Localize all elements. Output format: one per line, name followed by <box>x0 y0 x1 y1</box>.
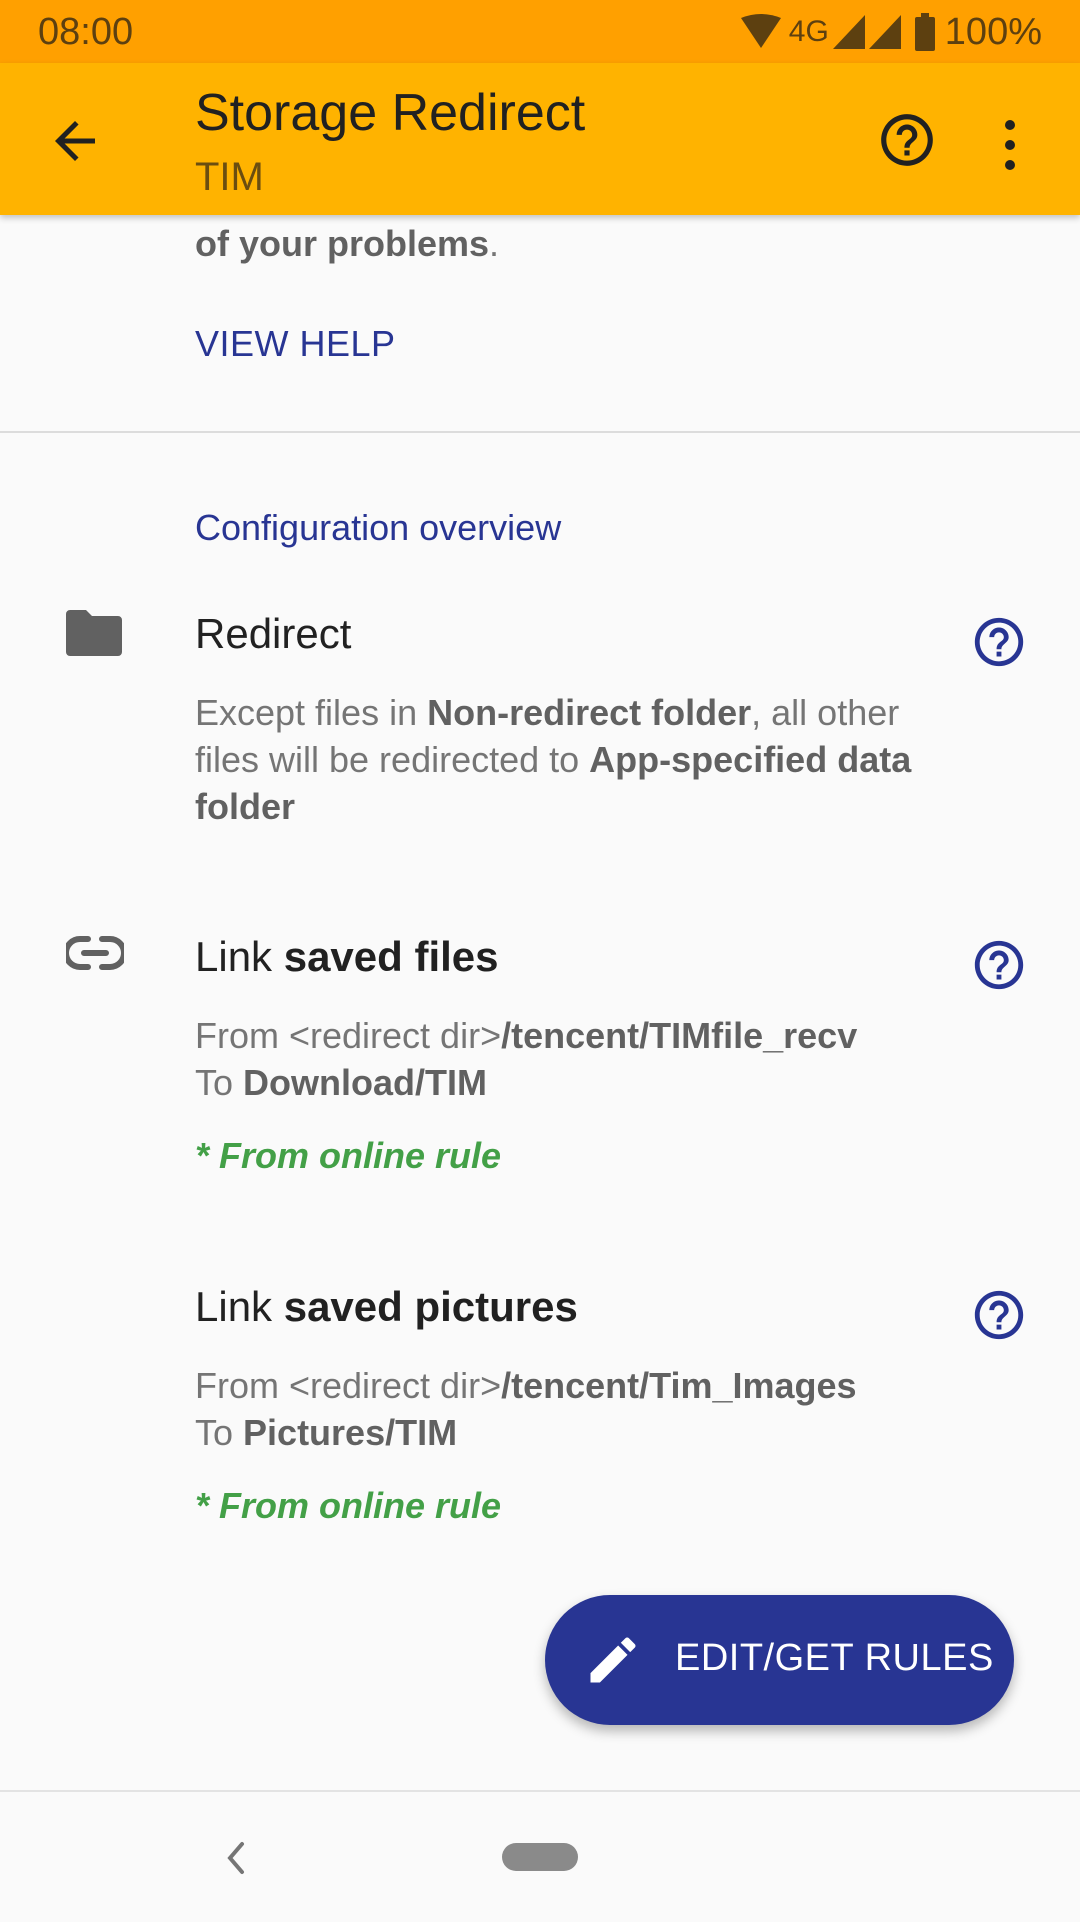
signal-icon-2 <box>868 15 901 49</box>
arrow-left-icon <box>55 121 95 161</box>
app-bar: Storage Redirect TIM <box>0 63 1080 215</box>
nav-home-pill[interactable] <box>502 1843 578 1871</box>
link-files-from: From <redirect dir>/tencent/TIMfile_recv <box>195 1015 858 1056</box>
link-pictures-description: From <redirect dir>/tencent/Tim_Images T… <box>195 1362 955 1456</box>
page-subtitle: TIM <box>195 155 264 199</box>
help-circle-icon <box>974 940 1024 990</box>
link-pictures-title: Link saved pictures <box>195 1283 578 1330</box>
page-title: Storage Redirect <box>195 84 586 142</box>
redirect-help-button[interactable] <box>970 613 1028 671</box>
status-time: 08:00 <box>38 11 134 53</box>
battery-level: 100% <box>944 10 1042 53</box>
help-circle-icon <box>881 114 933 166</box>
nav-back-button[interactable] <box>220 1838 250 1878</box>
folder-icon <box>66 610 128 661</box>
intro-text-tail: of your problems. <box>195 223 500 264</box>
help-circle-icon <box>974 1290 1024 1340</box>
link-pictures-to: To Pictures/TIM <box>195 1412 458 1453</box>
help-button[interactable] <box>876 109 938 171</box>
help-circle-icon <box>974 617 1024 667</box>
content-scroll[interactable]: of your problems. VIEW HELP Configuratio… <box>0 215 1080 1790</box>
section-title: Configuration overview <box>195 507 562 548</box>
wifi-icon <box>740 14 781 48</box>
link-pictures-online-rule: * From online rule <box>195 1485 502 1526</box>
view-help-button[interactable]: VIEW HELP <box>195 323 396 365</box>
status-icons: 4G 100% <box>739 10 1042 54</box>
link-pictures-help-button[interactable] <box>970 1286 1028 1344</box>
divider <box>0 431 1080 433</box>
link-icon <box>63 933 128 978</box>
edit-get-rules-label: EDIT/GET RULES <box>675 1637 994 1679</box>
redirect-title: Redirect <box>195 610 352 657</box>
navigation-bar <box>0 1790 1080 1922</box>
more-vert-icon <box>1005 120 1015 170</box>
pencil-icon <box>583 1630 643 1690</box>
battery-icon <box>914 13 935 51</box>
link-files-title: Link saved files <box>195 933 499 980</box>
back-button[interactable] <box>45 111 105 171</box>
edit-get-rules-button[interactable]: EDIT/GET RULES <box>545 1595 1014 1725</box>
status-bar: 08:00 4G 100% <box>0 0 1080 63</box>
chevron-left-icon <box>227 1842 244 1874</box>
link-pictures-from: From <redirect dir>/tencent/Tim_Images <box>195 1365 857 1406</box>
signal-icon <box>832 15 865 49</box>
link-files-online-rule: * From online rule <box>195 1135 502 1176</box>
link-files-to: To Download/TIM <box>195 1062 487 1103</box>
network-type: 4G <box>788 15 829 48</box>
more-options-button[interactable] <box>1000 115 1020 175</box>
redirect-description: Except files in Non-redirect folder, all… <box>195 692 912 827</box>
link-files-description: From <redirect dir>/tencent/TIMfile_recv… <box>195 1012 955 1106</box>
link-files-help-button[interactable] <box>970 936 1028 994</box>
